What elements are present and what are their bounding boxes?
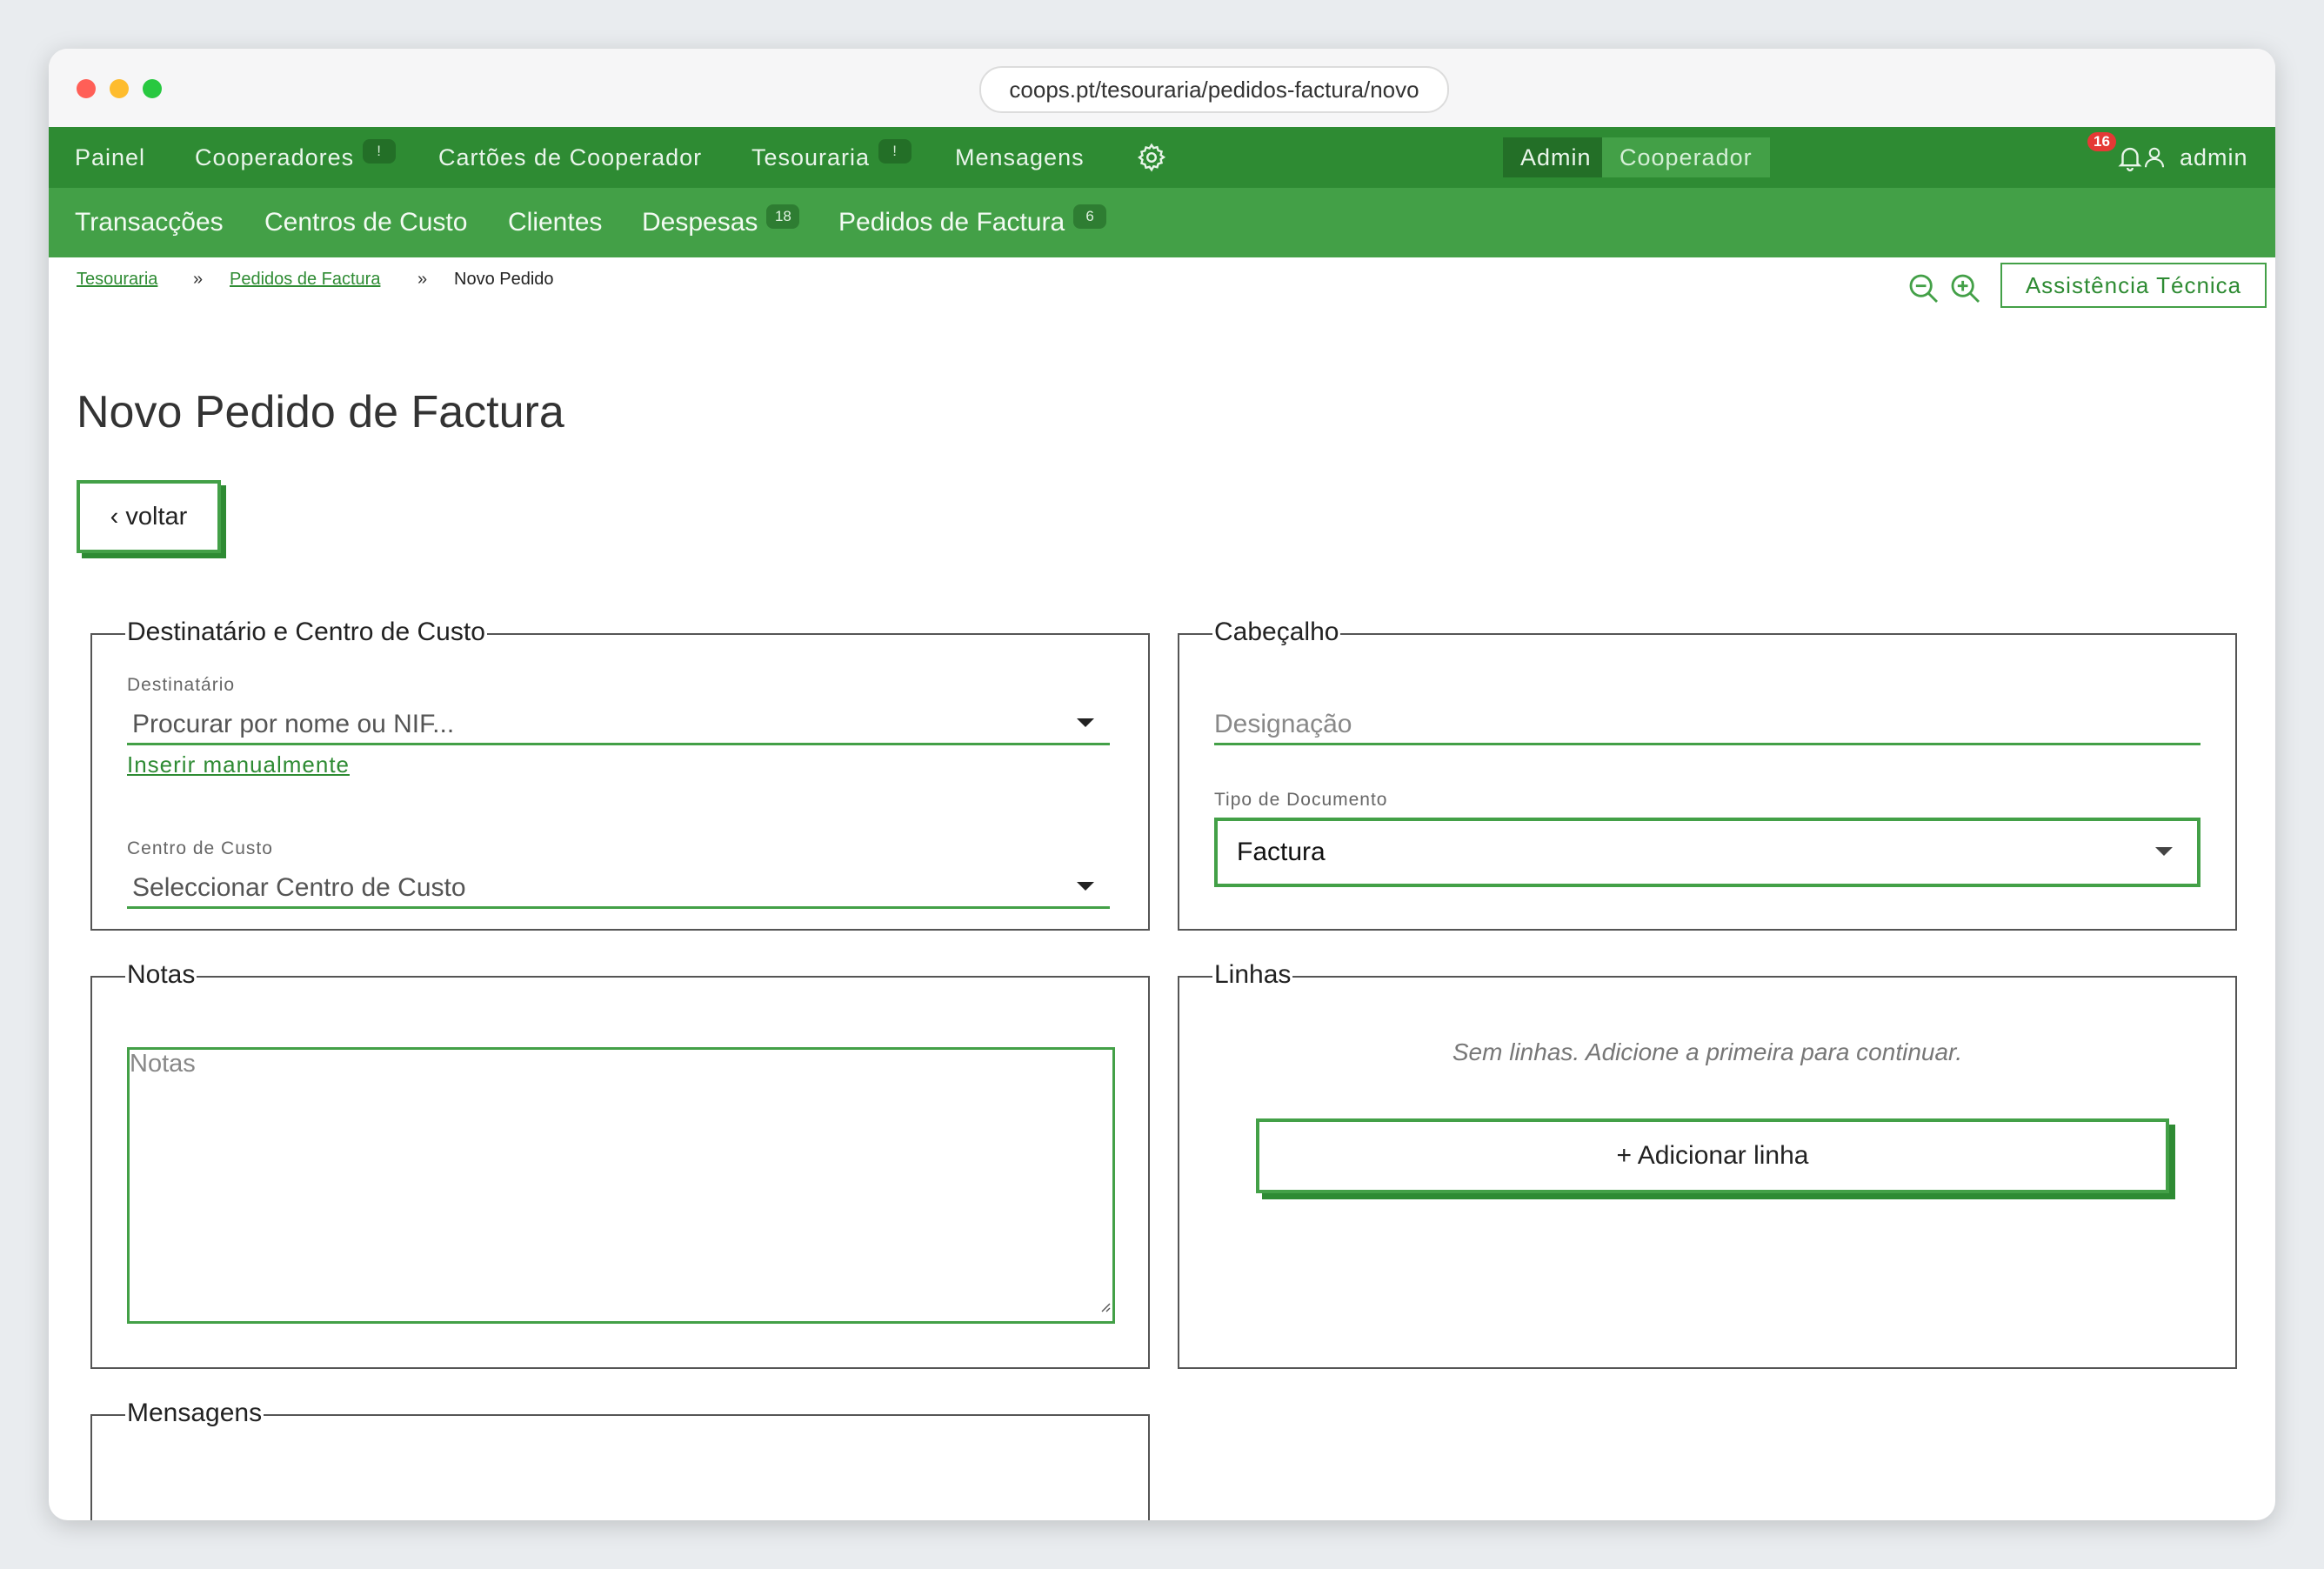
url-text: coops.pt/tesouraria/pedidos-factura/novo <box>1009 76 1419 103</box>
top-navigation: Painel Cooperadores ! Cartões de Coopera… <box>49 127 2275 188</box>
count-badge: 18 <box>766 204 800 229</box>
notes-textarea[interactable]: Notas <box>127 1047 1115 1324</box>
chevron-down-icon <box>2155 847 2173 856</box>
zoom-in-icon[interactable] <box>1948 271 1983 306</box>
chevron-down-icon <box>1077 882 1094 891</box>
subnav-item-centros-de-custo[interactable]: Centros de Custo <box>264 188 467 257</box>
subnav-item-despesas[interactable]: Despesas 18 <box>642 188 800 257</box>
recipient-select[interactable]: Procurar por nome ou NIF... <box>127 704 1110 745</box>
topnav-item-cartoes[interactable]: Cartões de Cooperador <box>438 127 702 188</box>
empty-lines-message: Sem linhas. Adicione a primeira para con… <box>1452 1038 1963 1065</box>
subnav-label: Pedidos de Factura <box>838 208 1065 237</box>
zoom-out-icon[interactable] <box>1907 271 1941 306</box>
close-window-button[interactable] <box>77 79 96 98</box>
topnav-item-cooperadores[interactable]: Cooperadores ! <box>195 127 397 188</box>
role-label: Admin <box>1520 144 1592 170</box>
topnav-item-mensagens[interactable]: Mensagens <box>955 127 1085 188</box>
notes-placeholder: Notas <box>130 1050 196 1078</box>
role-label: Cooperador <box>1619 144 1753 170</box>
topnav-label: Mensagens <box>955 144 1085 170</box>
user-icon <box>2141 143 2167 172</box>
designation-input[interactable]: Designação <box>1214 704 2200 745</box>
subnav-item-transaccoes[interactable]: Transacções <box>75 188 224 257</box>
page-title: Novo Pedido de Factura <box>77 387 564 437</box>
sub-navigation: Transacções Centros de Custo Clientes De… <box>49 188 2275 257</box>
subnav-label: Centros de Custo <box>264 208 468 237</box>
count-badge: 6 <box>1073 204 1107 229</box>
panel-legend: Mensagens <box>125 1399 264 1428</box>
alert-badge: ! <box>878 139 912 164</box>
add-line-button[interactable]: + Adicionar linha <box>1256 1118 2169 1193</box>
breadcrumb-current: Novo Pedido <box>454 270 554 289</box>
doc-type-select[interactable]: Factura <box>1214 818 2200 887</box>
topnav-label: Cartões de Cooperador <box>438 144 703 170</box>
browser-window: coops.pt/tesouraria/pedidos-factura/novo… <box>49 49 2275 1520</box>
cost-center-placeholder: Seleccionar Centro de Custo <box>132 873 466 902</box>
back-button[interactable]: ‹ voltar <box>77 480 221 553</box>
panel-legend: Notas <box>125 960 197 990</box>
breadcrumb: Tesouraria <box>77 270 157 290</box>
recipient-placeholder: Procurar por nome ou NIF... <box>132 710 455 738</box>
technical-assistance-button[interactable]: Assistência Técnica <box>2000 263 2267 308</box>
topnav-label: Cooperadores <box>195 144 355 170</box>
notification-count-badge: 16 <box>2087 132 2116 151</box>
subnav-label: Transacções <box>75 208 224 237</box>
panel-legend: Linhas <box>1212 960 1293 990</box>
header-panel: Cabeçalho Designação Tipo de Documento F… <box>1178 618 2237 931</box>
breadcrumb-link-pedidos[interactable]: Pedidos de Factura <box>230 270 380 289</box>
panel-legend: Destinatário e Centro de Custo <box>125 618 487 647</box>
browser-titlebar: coops.pt/tesouraria/pedidos-factura/novo <box>49 49 2275 128</box>
recipient-panel: Destinatário e Centro de Custo Destinatá… <box>90 618 1150 931</box>
topnav-item-tesouraria[interactable]: Tesouraria ! <box>751 127 912 188</box>
role-admin-toggle[interactable]: Admin <box>1503 137 1609 177</box>
messages-panel: Mensagens <box>90 1399 1150 1520</box>
user-name: admin <box>2180 144 2248 170</box>
gear-icon[interactable] <box>1136 127 1167 188</box>
topnav-label: Painel <box>75 144 146 170</box>
bell-icon[interactable] <box>2115 127 2145 188</box>
breadcrumb-link-tesouraria[interactable]: Tesouraria <box>77 270 157 289</box>
designation-placeholder: Designação <box>1214 710 1352 738</box>
cost-center-label: Centro de Custo <box>127 838 273 858</box>
doc-type-value: Factura <box>1237 838 1326 866</box>
subnav-item-pedidos-de-factura[interactable]: Pedidos de Factura 6 <box>838 188 1107 257</box>
doc-type-label: Tipo de Documento <box>1214 790 1388 810</box>
subnav-label: Despesas <box>642 208 758 237</box>
assist-label: Assistência Técnica <box>2025 271 2242 298</box>
role-cooperador-toggle[interactable]: Cooperador <box>1602 137 1770 177</box>
notes-panel: Notas Notas <box>90 960 1150 1369</box>
user-menu[interactable]: admin <box>2141 127 2248 188</box>
lines-panel: Linhas Sem linhas. Adicione a primeira p… <box>1178 960 2237 1369</box>
topnav-item-painel[interactable]: Painel <box>75 127 145 188</box>
manual-entry-link[interactable]: Inserir manualmente <box>127 751 350 778</box>
breadcrumb-separator: » <box>193 270 204 289</box>
chevron-down-icon <box>1077 718 1094 727</box>
minimize-window-button[interactable] <box>110 79 129 98</box>
subnav-item-clientes[interactable]: Clientes <box>508 188 602 257</box>
url-bar[interactable]: coops.pt/tesouraria/pedidos-factura/novo <box>979 66 1449 113</box>
add-line-label: + Adicionar linha <box>1616 1141 1809 1170</box>
topnav-label: Tesouraria <box>751 144 871 170</box>
cost-center-select[interactable]: Seleccionar Centro de Custo <box>127 868 1110 909</box>
breadcrumb-separator: » <box>417 270 428 289</box>
back-label: ‹ voltar <box>110 502 188 531</box>
panel-legend: Cabeçalho <box>1212 618 1341 647</box>
resize-handle-icon[interactable] <box>1097 1291 1111 1319</box>
maximize-window-button[interactable] <box>143 79 162 98</box>
breadcrumb: Pedidos de Factura <box>230 270 380 290</box>
subnav-label: Clientes <box>508 208 603 237</box>
alert-badge: ! <box>363 139 397 164</box>
recipient-label: Destinatário <box>127 675 236 695</box>
